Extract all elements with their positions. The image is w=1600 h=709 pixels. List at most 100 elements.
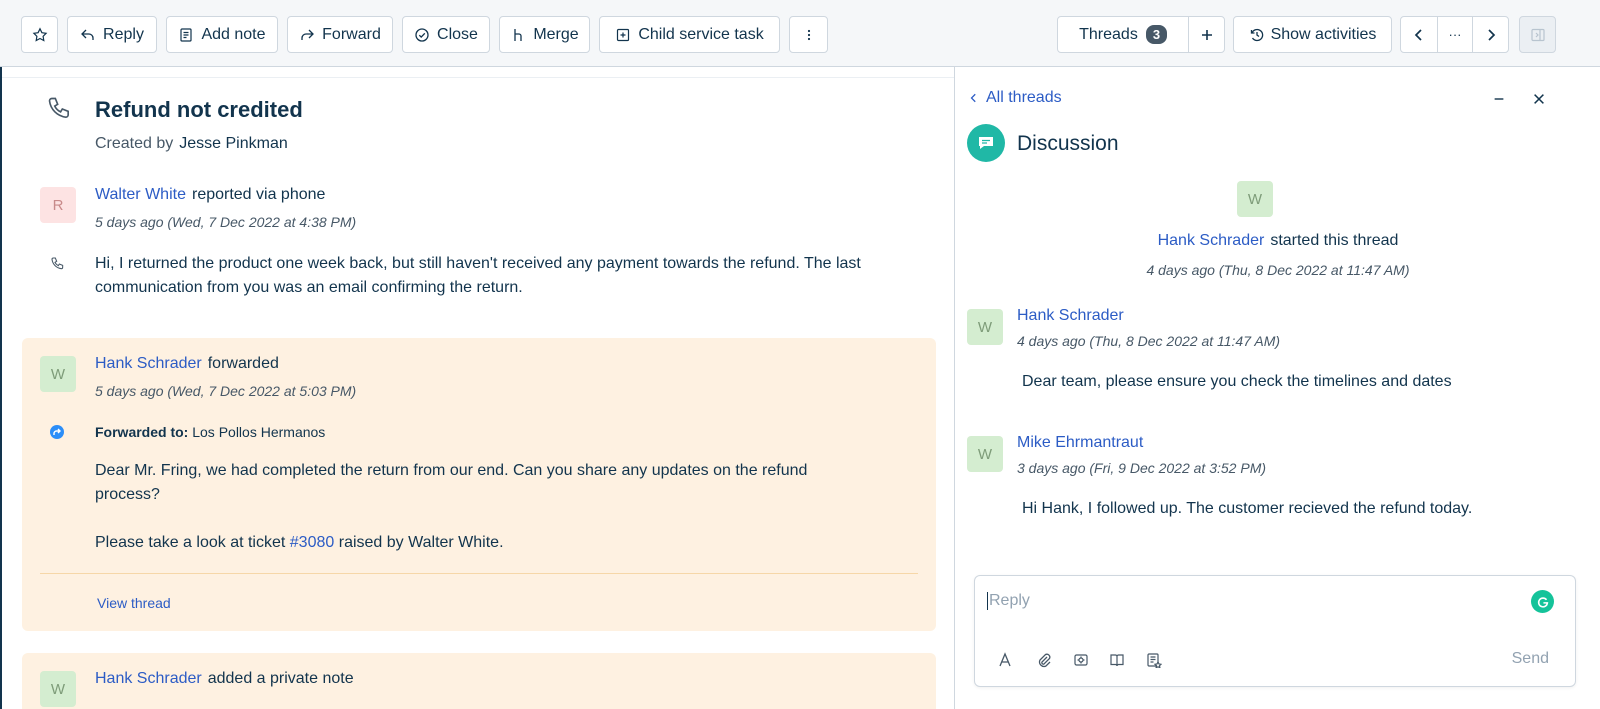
child-task-label: Child service task xyxy=(638,25,764,43)
threads-count-badge: 3 xyxy=(1145,25,1168,44)
forwarded-to-value: Los Pollos Hermanos xyxy=(192,424,326,440)
message-body: Hi, I returned the product one week back… xyxy=(95,255,861,296)
reply-editor: Send xyxy=(974,575,1576,687)
check-circle-icon xyxy=(415,27,429,42)
close-ticket-button[interactable]: Close xyxy=(402,16,490,53)
message-timestamp: 4 days ago (Thu, 8 Dec 2022 at 11:47 AM) xyxy=(1017,333,1281,349)
ticket-title: Refund not credited xyxy=(95,97,303,122)
ticket-list-icon xyxy=(1147,653,1162,668)
merge-label: Merge xyxy=(533,25,579,43)
show-activities-label: Show activities xyxy=(1270,25,1377,43)
thread-started-line: Hank Schrader started this thread xyxy=(955,232,1600,250)
reply-label: Reply xyxy=(103,25,144,43)
message-action: forwarded xyxy=(207,355,279,372)
phone-icon xyxy=(51,257,64,270)
thread-panel: All threads Discussion W Hank Schrader st… xyxy=(954,67,1600,709)
reply-icon xyxy=(81,29,94,40)
show-activities-button[interactable]: Show activities xyxy=(1233,16,1392,53)
author-link[interactable]: Hank Schrader xyxy=(1158,232,1265,249)
activity-icon xyxy=(1250,28,1263,41)
thread-message-body: Dear team, please ensure you check the t… xyxy=(1022,373,1452,390)
text-format-icon xyxy=(999,652,1011,667)
message-action: reported via phone xyxy=(191,186,326,203)
chevron-left-icon xyxy=(970,93,976,103)
plus-square-icon xyxy=(617,28,630,41)
forwarded-to-line: Forwarded to: Los Pollos Hermanos xyxy=(95,424,325,440)
grammarly-icon[interactable] xyxy=(1531,590,1554,613)
reply-button[interactable]: Reply xyxy=(67,16,157,53)
star-button[interactable] xyxy=(21,16,58,53)
kebab-icon xyxy=(807,29,810,40)
created-by-line: Created by Jesse Pinkman xyxy=(95,135,288,153)
ticket-link[interactable]: #3080 xyxy=(290,534,335,551)
child-service-task-button[interactable]: Child service task xyxy=(599,16,780,53)
note-icon xyxy=(180,27,193,42)
author-link[interactable]: Mike Ehrmantraut xyxy=(1017,434,1143,452)
chevron-right-icon xyxy=(1488,28,1495,41)
all-threads-link[interactable]: All threads xyxy=(969,89,1062,107)
knowledge-base-button[interactable] xyxy=(1107,650,1127,670)
add-thread-button[interactable] xyxy=(1188,17,1224,52)
top-toolbar: Reply Add note Forward Close Merge Child… xyxy=(0,0,1600,67)
forward-button[interactable]: Forward xyxy=(287,16,393,53)
send-button[interactable]: Send xyxy=(1512,650,1549,668)
star-icon xyxy=(32,26,47,42)
thread-message-body: Hi Hank, I followed up. The customer rec… xyxy=(1022,500,1473,517)
message-timestamp: 5 days ago (Wed, 7 Dec 2022 at 4:38 PM) xyxy=(95,214,357,230)
insert-ticket-button[interactable] xyxy=(1144,650,1164,670)
author-link[interactable]: Walter White xyxy=(95,186,186,203)
avatar: W xyxy=(967,309,1003,345)
threads-button[interactable]: Threads 3 xyxy=(1058,17,1188,52)
toggle-sidebar-button[interactable] xyxy=(1519,16,1556,53)
message-body-line2: Please take a look at ticket #3080 raise… xyxy=(95,534,504,551)
message-header: Hank Schrader forwarded xyxy=(95,355,279,373)
avatar: W xyxy=(40,356,76,392)
ticket-nav-group: ··· xyxy=(1400,16,1509,53)
ticket-nav-more-button[interactable]: ··· xyxy=(1436,17,1473,52)
forward-label: Forward xyxy=(322,25,381,43)
close-label: Close xyxy=(437,25,478,43)
author-link[interactable]: Hank Schrader xyxy=(95,670,202,687)
avatar: W xyxy=(40,671,76,707)
message-timestamp: 3 days ago (Fri, 9 Dec 2022 at 3:52 PM) xyxy=(1017,460,1267,476)
private-note-card: W Hank Schrader added a private note xyxy=(22,653,936,709)
author-link[interactable]: Hank Schrader xyxy=(1017,307,1124,325)
view-thread-link[interactable]: View thread xyxy=(97,595,171,611)
next-ticket-button[interactable] xyxy=(1472,17,1508,52)
merge-icon xyxy=(514,28,522,41)
forward-circle-icon xyxy=(50,425,64,439)
created-by-name: Jesse Pinkman xyxy=(179,135,288,152)
close-icon xyxy=(1534,94,1544,104)
author-link[interactable]: Hank Schrader xyxy=(95,355,202,372)
thread-started-text: started this thread xyxy=(1270,232,1399,249)
ticket-conversation-pane: Refund not credited Created by Jesse Pink… xyxy=(0,67,954,709)
text-format-button[interactable] xyxy=(995,650,1015,670)
phone-icon xyxy=(48,97,69,118)
canned-response-button[interactable] xyxy=(1071,650,1091,670)
chevron-left-icon xyxy=(1414,28,1422,41)
reply-input[interactable] xyxy=(987,592,1507,610)
thread-title: Discussion xyxy=(1017,132,1119,155)
forwarded-message-card: W Hank Schrader forwarded 5 days ago (Wed… xyxy=(22,338,936,631)
threads-button-group: Threads 3 xyxy=(1057,16,1225,53)
more-actions-button[interactable] xyxy=(789,16,828,53)
attach-button[interactable] xyxy=(1034,650,1054,670)
forwarded-to-label: Forwarded to: xyxy=(95,424,189,440)
created-by-label: Created by xyxy=(95,135,174,152)
message-body: Dear Mr. Fring, we had completed the ret… xyxy=(95,462,808,503)
message-action: added a private note xyxy=(207,670,354,687)
message-header: Hank Schrader added a private note xyxy=(95,670,354,688)
canned-response-icon xyxy=(1074,654,1088,666)
merge-button[interactable]: Merge xyxy=(499,16,590,53)
minimize-panel-button[interactable] xyxy=(1489,89,1509,109)
previous-ticket-button[interactable] xyxy=(1401,17,1437,52)
avatar: W xyxy=(967,436,1003,472)
close-panel-button[interactable] xyxy=(1529,89,1549,109)
minimize-icon xyxy=(1494,98,1504,100)
forward-icon xyxy=(301,29,315,40)
knowledge-base-icon xyxy=(1110,654,1124,667)
add-note-button[interactable]: Add note xyxy=(166,16,278,53)
threads-label: Threads xyxy=(1079,25,1138,43)
message-timestamp: 5 days ago (Wed, 7 Dec 2022 at 5:03 PM) xyxy=(95,383,357,399)
panel-icon xyxy=(1530,28,1545,41)
